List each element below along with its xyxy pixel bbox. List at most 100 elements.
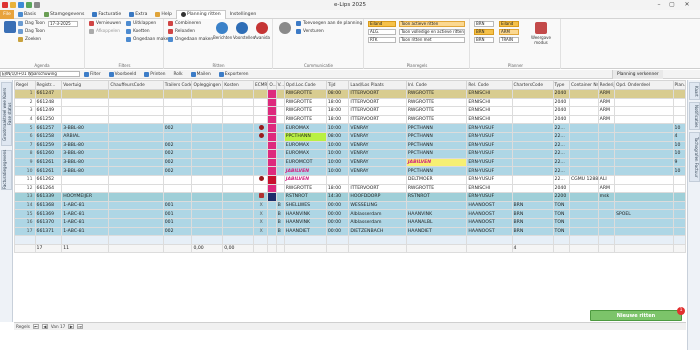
table-cell[interactable]	[222, 226, 254, 237]
table-cell[interactable]	[222, 123, 254, 133]
table-cell[interactable]: JABILVEN	[405, 157, 468, 168]
table-cell[interactable]	[61, 183, 110, 194]
planning-button[interactable]	[276, 22, 294, 35]
table-cell[interactable]	[614, 149, 674, 159]
table-cell[interactable]: VENRAY	[348, 166, 407, 176]
combine-button[interactable]: Combineren	[168, 21, 201, 26]
table-cell[interactable]: ERNISCHI	[466, 89, 513, 99]
column-header[interactable]: Type	[552, 80, 570, 90]
planner-field-1[interactable]: BRN	[474, 21, 494, 27]
table-cell[interactable]: VENRAY	[348, 157, 407, 168]
table-cell[interactable]: 661261	[34, 157, 63, 168]
table-cell[interactable]: 002	[162, 157, 193, 168]
table-cell[interactable]	[275, 174, 285, 185]
table-cell[interactable]: ERN-YUSUF	[466, 157, 513, 168]
table-cell[interactable]: 3-BBL-80	[61, 166, 110, 176]
table-cell[interactable]: RWGROTTE	[283, 183, 327, 194]
table-cell[interactable]: B	[275, 200, 285, 211]
table-cell[interactable]	[61, 114, 110, 125]
table-cell[interactable]	[568, 183, 599, 194]
table-cell[interactable]	[672, 243, 686, 254]
table-cell[interactable]: 661248	[34, 97, 63, 108]
table-cell[interactable]	[267, 243, 277, 254]
last-page-icon[interactable]: ⏭	[77, 324, 84, 329]
table-cell[interactable]	[267, 217, 277, 228]
copy-button[interactable]: Koetten	[126, 29, 150, 34]
table-cell[interactable]	[267, 174, 277, 185]
table-cell[interactable]	[348, 174, 407, 185]
table-cell[interactable]: HAANDIET	[405, 226, 468, 237]
tab-facturatie[interactable]: Facturatie	[88, 10, 125, 19]
table-cell[interactable]	[597, 209, 616, 219]
table-cell[interactable]	[466, 235, 513, 245]
table-cell[interactable]: 18:00	[325, 114, 350, 125]
table-cell[interactable]: ERNISCHI	[466, 114, 513, 125]
left-tab-status[interactable]: Grootmaaktreel wee Koers Fase status	[1, 82, 12, 146]
table-cell[interactable]: PPCTHANN	[405, 140, 468, 151]
table-cell[interactable]: 661262	[34, 174, 63, 185]
table-cell[interactable]	[511, 97, 554, 108]
table-cell[interactable]: HAANVINK	[405, 209, 468, 219]
table-cell[interactable]	[614, 157, 674, 168]
table-row[interactable]: 11 661262 JABILVEN DELTMOER ERN-YUSUF 22... CG…	[14, 174, 686, 185]
table-cell[interactable]	[267, 97, 277, 108]
table-cell[interactable]: 661258	[34, 131, 63, 142]
table-cell[interactable]: Alblasserdam	[348, 209, 407, 219]
table-cell[interactable]: 3-BBL-80	[61, 149, 110, 159]
send-button[interactable]: Versturen	[296, 29, 324, 34]
table-cell[interactable]: 002	[162, 123, 193, 133]
table-cell[interactable]: msk	[597, 192, 616, 202]
table-cell[interactable]	[222, 192, 254, 202]
table-cell[interactable]: 10	[672, 166, 686, 176]
table-cell[interactable]: HOOYMEIJER	[61, 192, 110, 202]
table-cell[interactable]	[191, 140, 224, 151]
planrule-field-4[interactable]: Toon actieve ritten	[399, 21, 465, 27]
table-cell[interactable]: 22...	[552, 149, 570, 159]
column-header[interactable]: Inl. Code	[405, 80, 468, 90]
table-cell[interactable]: 22...	[552, 123, 570, 133]
left-tab-invoicing[interactable]: Facturatiegegevens	[1, 150, 12, 190]
table-cell[interactable]: VENRAY	[348, 149, 407, 159]
table-cell[interactable]: 2040	[552, 114, 570, 125]
table-row[interactable]: 12 661264 RWGROTTE 18:00 ITTERVOORT RWGROTTE E…	[14, 183, 686, 194]
table-cell[interactable]	[597, 131, 616, 142]
table-cell[interactable]	[61, 106, 110, 116]
table-cell[interactable]	[191, 123, 224, 133]
table-cell[interactable]: VENRAY	[348, 131, 407, 142]
column-header[interactable]: Opd.Loc.Code	[283, 80, 327, 90]
table-cell[interactable]	[222, 183, 254, 194]
table-cell[interactable]: 661250	[34, 114, 63, 125]
reload-button[interactable]: Reloaden	[168, 29, 195, 34]
table-cell[interactable]	[267, 123, 277, 133]
table-cell[interactable]: RWGROTTE	[405, 183, 468, 194]
table-cell[interactable]	[191, 166, 224, 176]
table-cell[interactable]	[222, 149, 254, 159]
table-cell[interactable]	[275, 97, 285, 108]
next-day-button[interactable]: Dag Toon	[18, 29, 45, 34]
table-cell[interactable]: ARM	[597, 183, 616, 194]
planrule-field-2[interactable]: ALG.	[368, 29, 396, 35]
table-cell[interactable]	[108, 192, 164, 202]
table-cell[interactable]: WESSELING	[348, 200, 407, 211]
planner-field-2[interactable]: BRN	[474, 29, 494, 35]
table-cell[interactable]	[252, 243, 269, 254]
table-cell[interactable]: 10:00	[325, 140, 350, 151]
table-cell[interactable]	[568, 140, 599, 151]
table-cell[interactable]: 13	[14, 192, 36, 202]
column-header[interactable]: Container Nr.	[568, 80, 599, 90]
table-cell[interactable]	[108, 217, 164, 228]
table-cell[interactable]: PPCTHANN	[283, 131, 327, 142]
table-cell[interactable]: 661259	[34, 140, 63, 151]
table-cell[interactable]	[275, 243, 285, 254]
table-cell[interactable]	[568, 131, 599, 142]
table-cell[interactable]: 00:00	[325, 226, 350, 237]
table-cell[interactable]: 9	[14, 157, 36, 168]
table-cell[interactable]	[222, 131, 254, 142]
suggestions-button[interactable]: Voorstellen	[233, 22, 255, 40]
table-cell[interactable]: PPCTHANN	[405, 131, 468, 142]
table-cell[interactable]: 22...	[552, 131, 570, 142]
table-cell[interactable]	[568, 89, 599, 99]
table-cell[interactable]	[568, 226, 599, 237]
column-header[interactable]: Voertuig	[61, 80, 110, 90]
planrule-field-1[interactable]: Eiland	[368, 21, 396, 27]
